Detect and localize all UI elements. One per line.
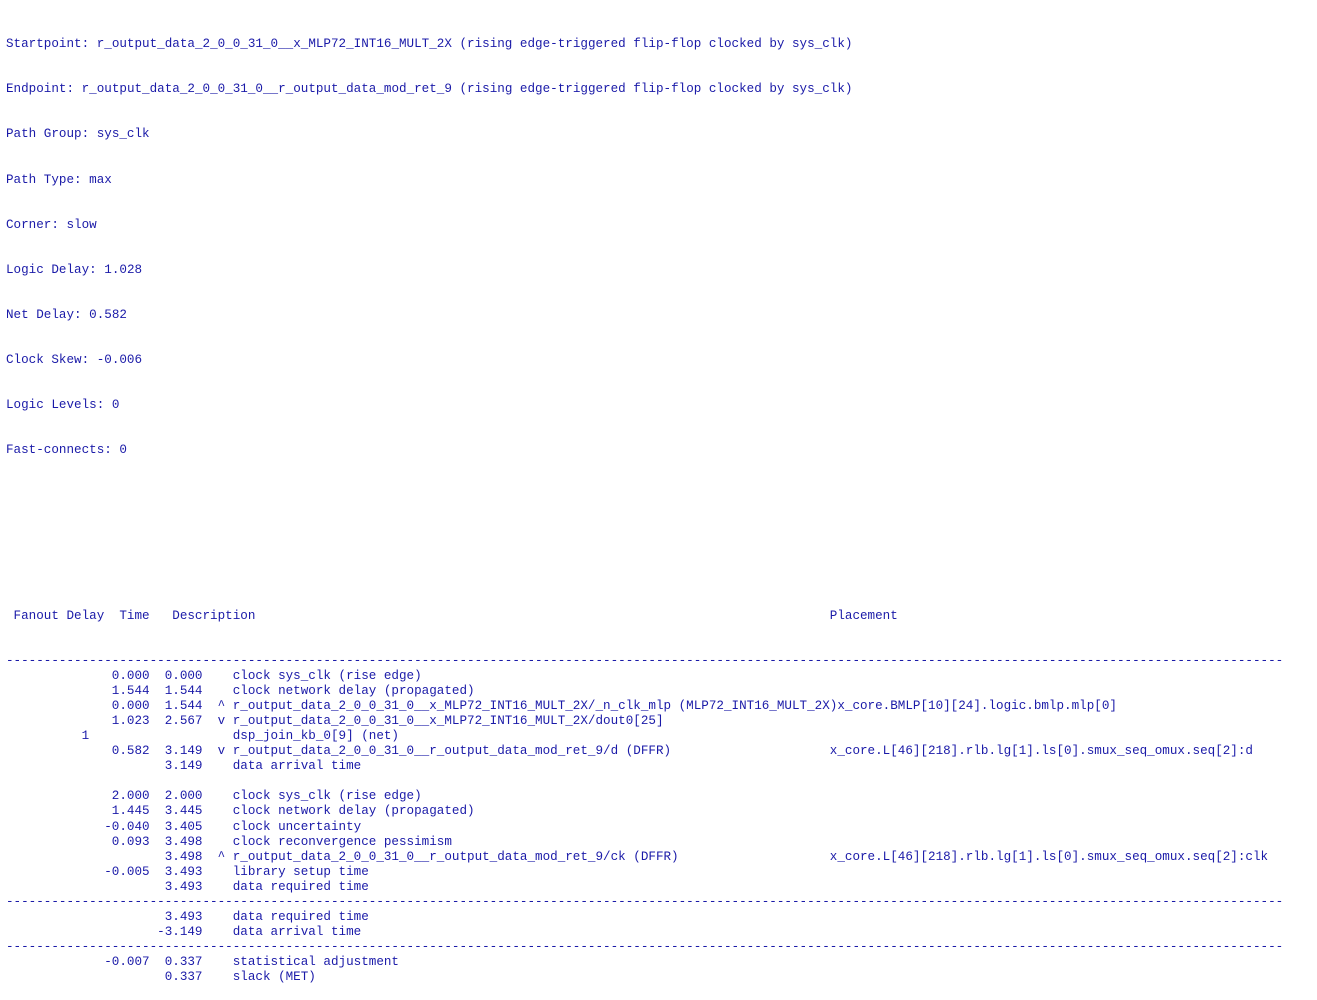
clock-skew-line: Clock Skew: -0.006 bbox=[6, 353, 1317, 368]
table-separator: ----------------------------------------… bbox=[6, 939, 1284, 954]
table-row: 3.493 data required time bbox=[6, 909, 369, 924]
table-blank-row bbox=[6, 774, 1317, 789]
path-group-line: Path Group: sys_clk bbox=[6, 127, 1317, 142]
table-row: 3.493 data required time bbox=[6, 879, 369, 894]
timing-report: Startpoint: r_output_data_2_0_0_31_0__x_… bbox=[0, 0, 1317, 1000]
table-row: 3.498 ^ r_output_data_2_0_0_31_0__r_outp… bbox=[6, 849, 1269, 864]
fast-connects-line: Fast-connects: 0 bbox=[6, 443, 1317, 458]
endpoint-label: Endpoint: bbox=[6, 82, 75, 97]
logic-delay-value: 1.028 bbox=[104, 262, 143, 277]
endpoint-line: Endpoint: r_output_data_2_0_0_31_0__r_ou… bbox=[6, 82, 1317, 97]
table-row: -0.005 3.493 library setup time bbox=[6, 864, 369, 879]
table-row: 1.544 1.544 clock network delay (propaga… bbox=[6, 684, 475, 699]
table-body: ----------------------------------------… bbox=[6, 654, 1317, 985]
path-type-label: Path Type: bbox=[6, 172, 82, 187]
table-row: 3.149 data arrival time bbox=[6, 759, 362, 774]
fast-connects-value: 0 bbox=[119, 443, 127, 458]
logic-levels-line: Logic Levels: 0 bbox=[6, 398, 1317, 413]
table-row: 0.000 0.000 clock sys_clk (rise edge) bbox=[6, 669, 422, 684]
net-delay-label: Net Delay: bbox=[6, 307, 82, 322]
table-row: 0.337 slack (MET) bbox=[6, 970, 316, 984]
path-group-label: Path Group: bbox=[6, 127, 90, 142]
table-separator: ----------------------------------------… bbox=[6, 894, 1284, 909]
logic-delay-label: Logic Delay: bbox=[6, 262, 97, 277]
table-row: -3.149 data arrival time bbox=[6, 924, 362, 939]
fast-connects-label: Fast-connects: bbox=[6, 443, 112, 458]
table-row: 1.445 3.445 clock network delay (propaga… bbox=[6, 804, 475, 819]
corner-value: slow bbox=[66, 217, 97, 232]
table-column-header: Fanout Delay Time Description Placement bbox=[6, 608, 898, 623]
net-delay-value: 0.582 bbox=[89, 307, 127, 322]
logic-levels-value: 0 bbox=[111, 398, 120, 413]
table-separator: ----------------------------------------… bbox=[6, 654, 1284, 669]
net-delay-line: Net Delay: 0.582 bbox=[6, 308, 1317, 323]
startpoint-line: Startpoint: r_output_data_2_0_0_31_0__x_… bbox=[6, 37, 1317, 52]
endpoint-value: r_output_data_2_0_0_31_0__r_output_data_… bbox=[81, 82, 853, 97]
path-type-value: max bbox=[89, 172, 112, 187]
path-group-value: sys_clk bbox=[96, 127, 150, 142]
table-row: 0.000 1.544 ^ r_output_data_2_0_0_31_0__… bbox=[6, 699, 1117, 714]
clock-skew-label: Clock Skew: bbox=[6, 353, 90, 368]
spacer-before-table bbox=[6, 504, 1317, 519]
table-row: 2.000 2.000 clock sys_clk (rise edge) bbox=[6, 789, 422, 804]
logic-delay-line: Logic Delay: 1.028 bbox=[6, 263, 1317, 278]
corner-line: Corner: slow bbox=[6, 218, 1317, 233]
path-type-line: Path Type: max bbox=[6, 173, 1317, 188]
logic-levels-label: Logic Levels: bbox=[6, 398, 105, 413]
table-row: 0.093 3.498 clock reconvergence pessimis… bbox=[6, 834, 452, 849]
startpoint-value: r_output_data_2_0_0_31_0__x_MLP72_INT16_… bbox=[96, 37, 853, 52]
clock-skew-value: -0.006 bbox=[96, 353, 143, 368]
spacer-before-table-2 bbox=[6, 549, 1317, 564]
table-row: 0.582 3.149 v r_output_data_2_0_0_31_0__… bbox=[6, 744, 1253, 759]
startpoint-label: Startpoint: bbox=[6, 37, 90, 52]
corner-label: Corner: bbox=[6, 217, 59, 232]
table-row: 1.023 2.567 v r_output_data_2_0_0_31_0__… bbox=[6, 714, 664, 729]
table-row: -0.040 3.405 clock uncertainty bbox=[6, 819, 362, 834]
table-row: -0.007 0.337 statistical adjustment bbox=[6, 954, 399, 969]
table-row: 1 dsp_join_kb_0[9] (net) bbox=[6, 729, 399, 744]
